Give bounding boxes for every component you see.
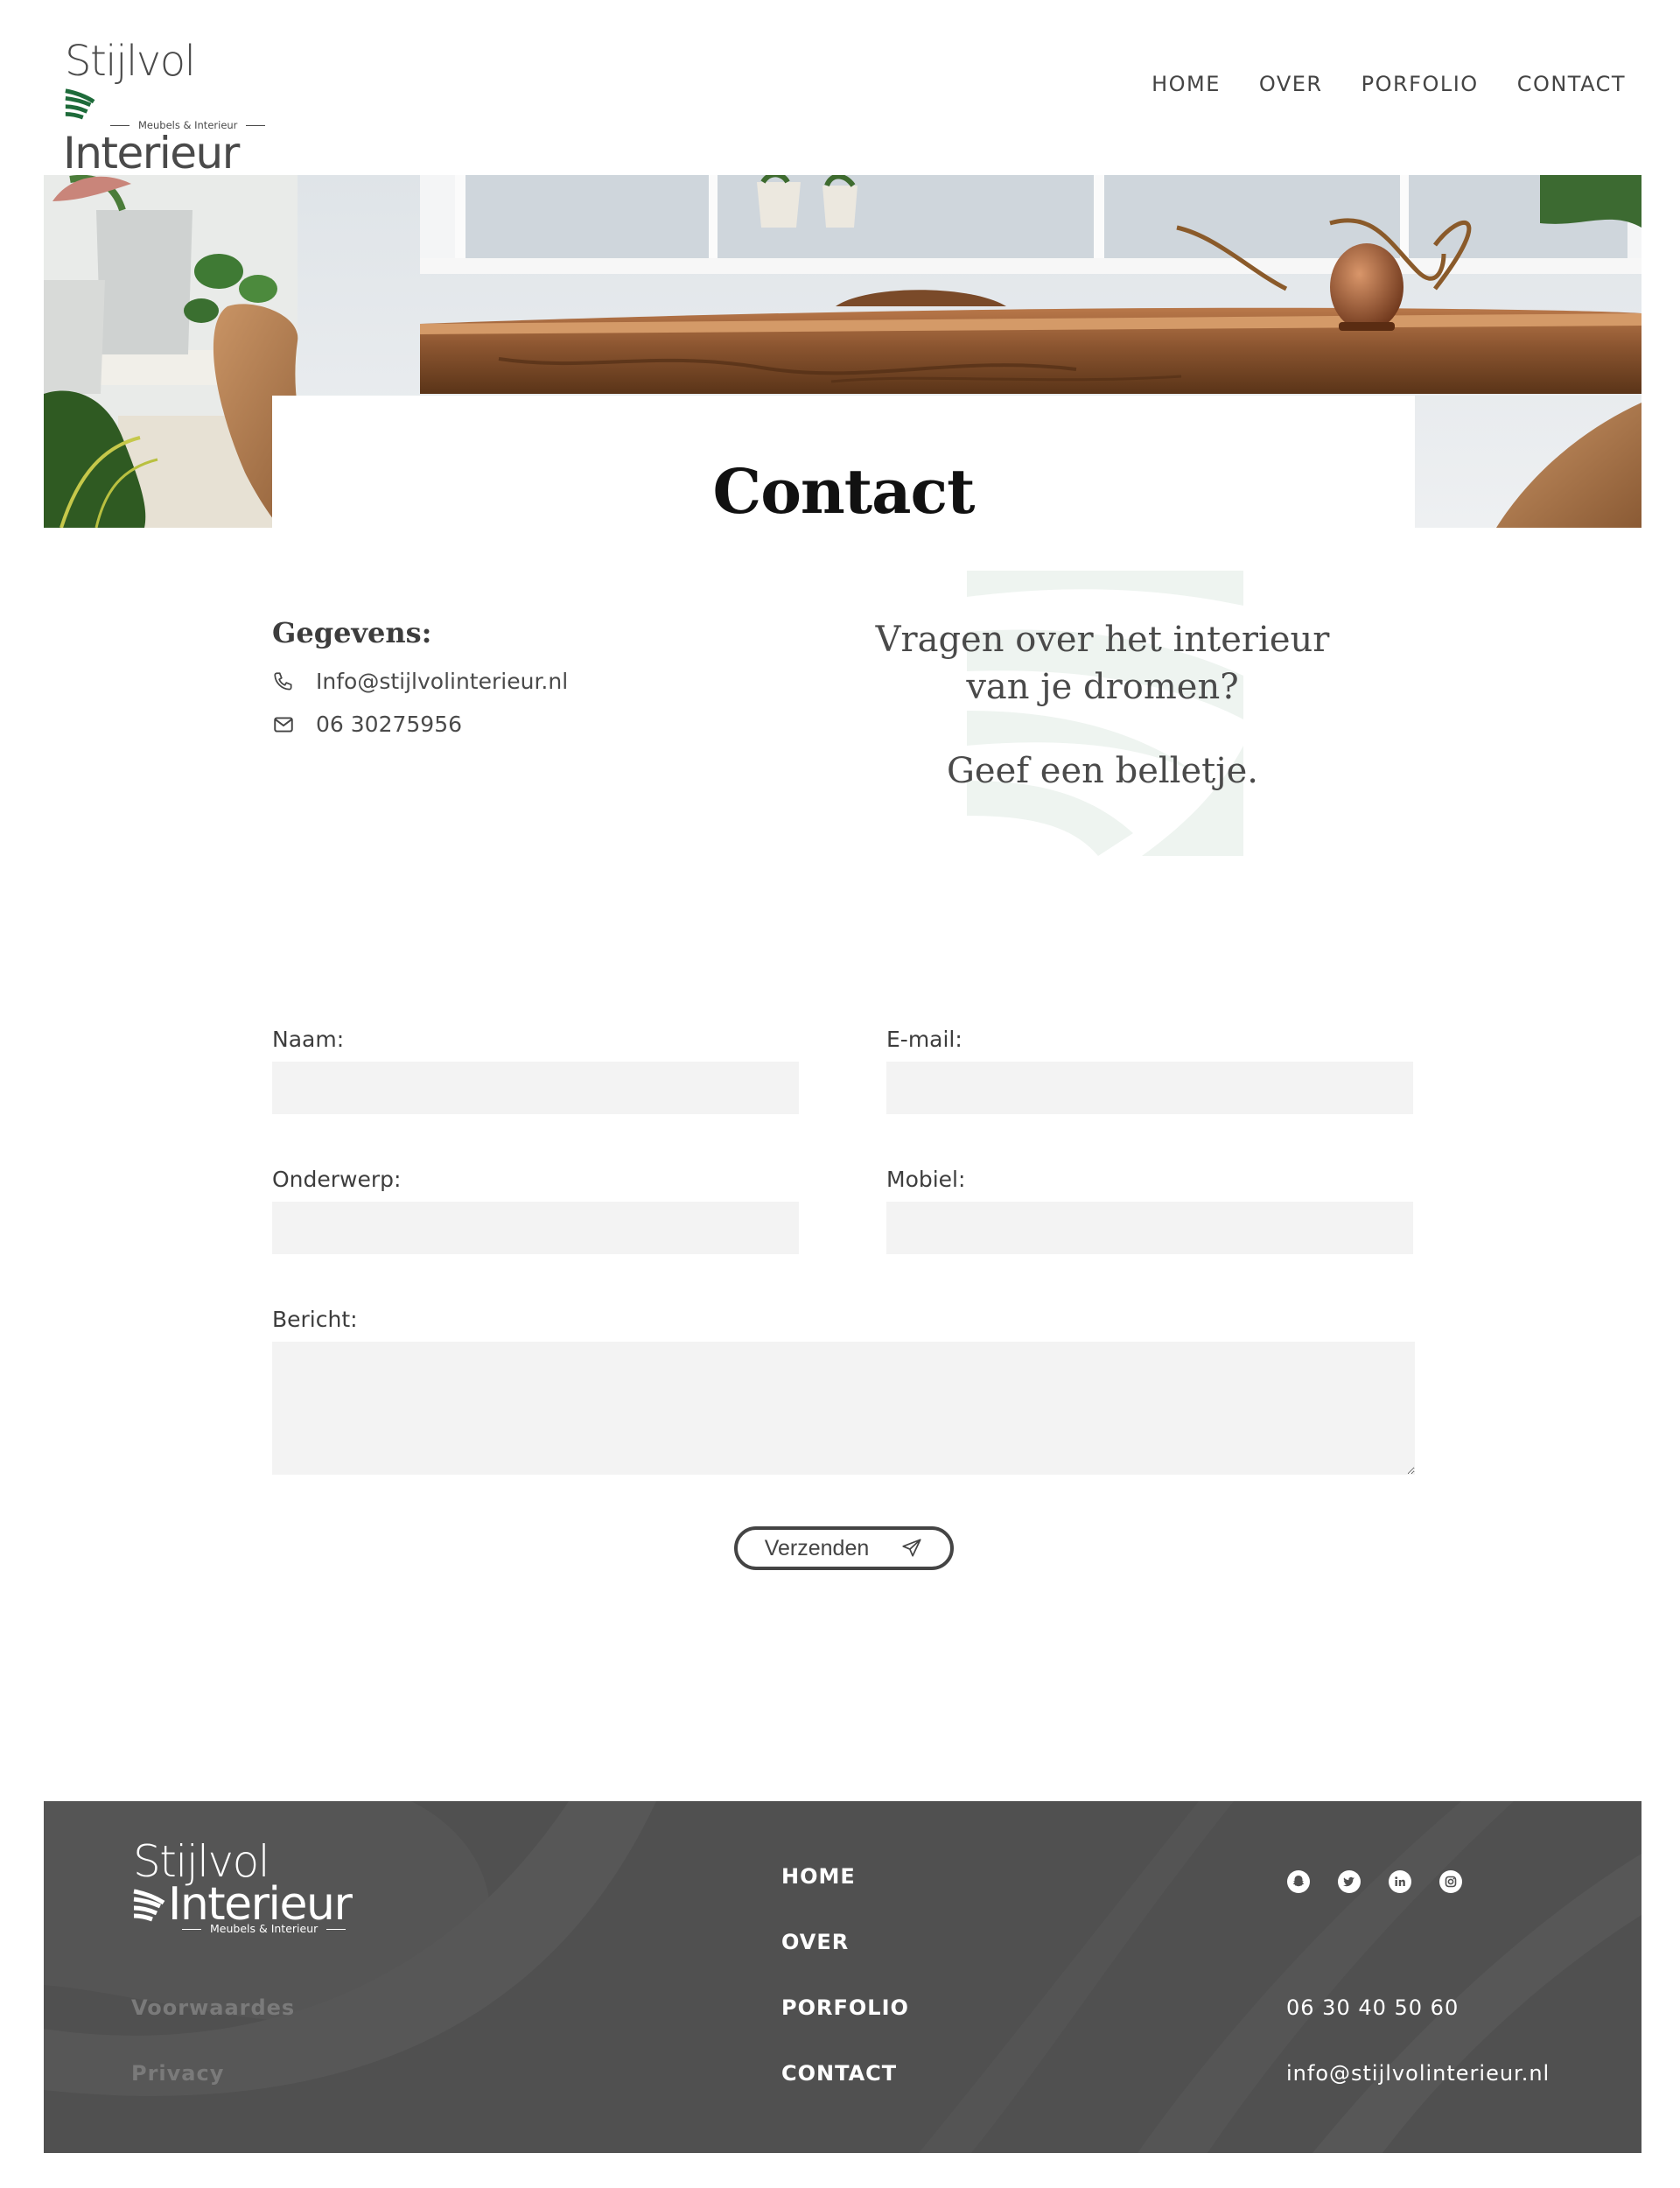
main-nav: HOME OVER PORFOLIO CONTACT <box>1113 72 1626 96</box>
submit-label: Verzenden <box>764 1535 870 1560</box>
nav-portfolio[interactable]: PORFOLIO <box>1362 72 1479 96</box>
footer-nav-portfolio[interactable]: PORFOLIO <box>781 1995 1587 2020</box>
name-input[interactable] <box>272 1062 799 1114</box>
contact-phone: 06 30275956 <box>316 712 463 737</box>
site-footer: Stijlvol Interieur Meubels & Interieur V… <box>44 1801 1642 2153</box>
subject-label: Onderwerp: <box>272 1167 402 1192</box>
footer-phone[interactable]: 06 30 40 50 60 <box>1286 1995 1459 2020</box>
footer-nav-over[interactable]: OVER <box>781 1930 1587 1954</box>
footer-logo-mark-icon <box>133 1889 165 1922</box>
quote-line-2: Geef een belletje. <box>946 751 1259 791</box>
email-label: E-mail: <box>886 1027 962 1052</box>
subject-input[interactable] <box>272 1202 799 1254</box>
contact-details-heading: Gegevens: <box>272 616 432 649</box>
contact-quote: Vragen over het interieur van je dromen?… <box>866 616 1339 795</box>
contact-phone-row[interactable]: 06 30275956 <box>272 712 462 737</box>
nav-over[interactable]: OVER <box>1259 72 1323 96</box>
logo-word: Interieur <box>63 128 240 179</box>
site-logo[interactable]: Stijlvol Interieur Meubels & Interieur <box>63 37 274 179</box>
contact-email-row[interactable]: Info@stijlvolinterieur.nl <box>272 669 568 694</box>
site-header: Stijlvol Interieur Meubels & Interieur H… <box>0 0 1680 179</box>
paper-plane-icon <box>900 1537 923 1560</box>
mobile-input[interactable] <box>886 1202 1413 1254</box>
submit-button[interactable]: Verzenden <box>734 1526 954 1570</box>
nav-home[interactable]: HOME <box>1152 72 1221 96</box>
footer-logo-tagline: Meubels & Interieur <box>173 1922 354 1935</box>
name-label: Naam: <box>272 1027 345 1052</box>
footer-nav-home[interactable]: HOME <box>781 1864 1587 1889</box>
twitter-icon[interactable] <box>1337 1869 1362 1894</box>
mobile-label: Mobiel: <box>886 1167 966 1192</box>
instagram-icon[interactable] <box>1438 1869 1463 1894</box>
snapchat-icon[interactable] <box>1286 1869 1311 1894</box>
footer-email[interactable]: info@stijlvolinterieur.nl <box>1286 2061 1550 2086</box>
social-links <box>1286 1869 1463 1894</box>
nav-contact[interactable]: CONTACT <box>1517 72 1626 96</box>
message-label: Bericht: <box>272 1307 358 1332</box>
footer-logo[interactable]: Stijlvol Interieur Meubels & Interieur <box>131 1836 359 1941</box>
quote-line-1: Vragen over het interieur van je dromen? <box>875 620 1330 707</box>
email-input[interactable] <box>886 1062 1413 1114</box>
logo-tagline: Meubels & Interieur <box>102 119 274 131</box>
message-textarea[interactable] <box>272 1342 1415 1475</box>
logo-mark-icon <box>65 88 95 119</box>
linkedin-icon[interactable] <box>1388 1869 1412 1894</box>
envelope-icon <box>272 713 295 736</box>
contact-email: Info@stijlvolinterieur.nl <box>316 669 569 694</box>
footer-link-privacy[interactable]: Privacy <box>131 2061 224 2086</box>
phone-icon <box>272 670 295 693</box>
page-title: Contact <box>712 455 976 528</box>
footer-link-terms[interactable]: Voorwaardes <box>131 1995 295 2020</box>
